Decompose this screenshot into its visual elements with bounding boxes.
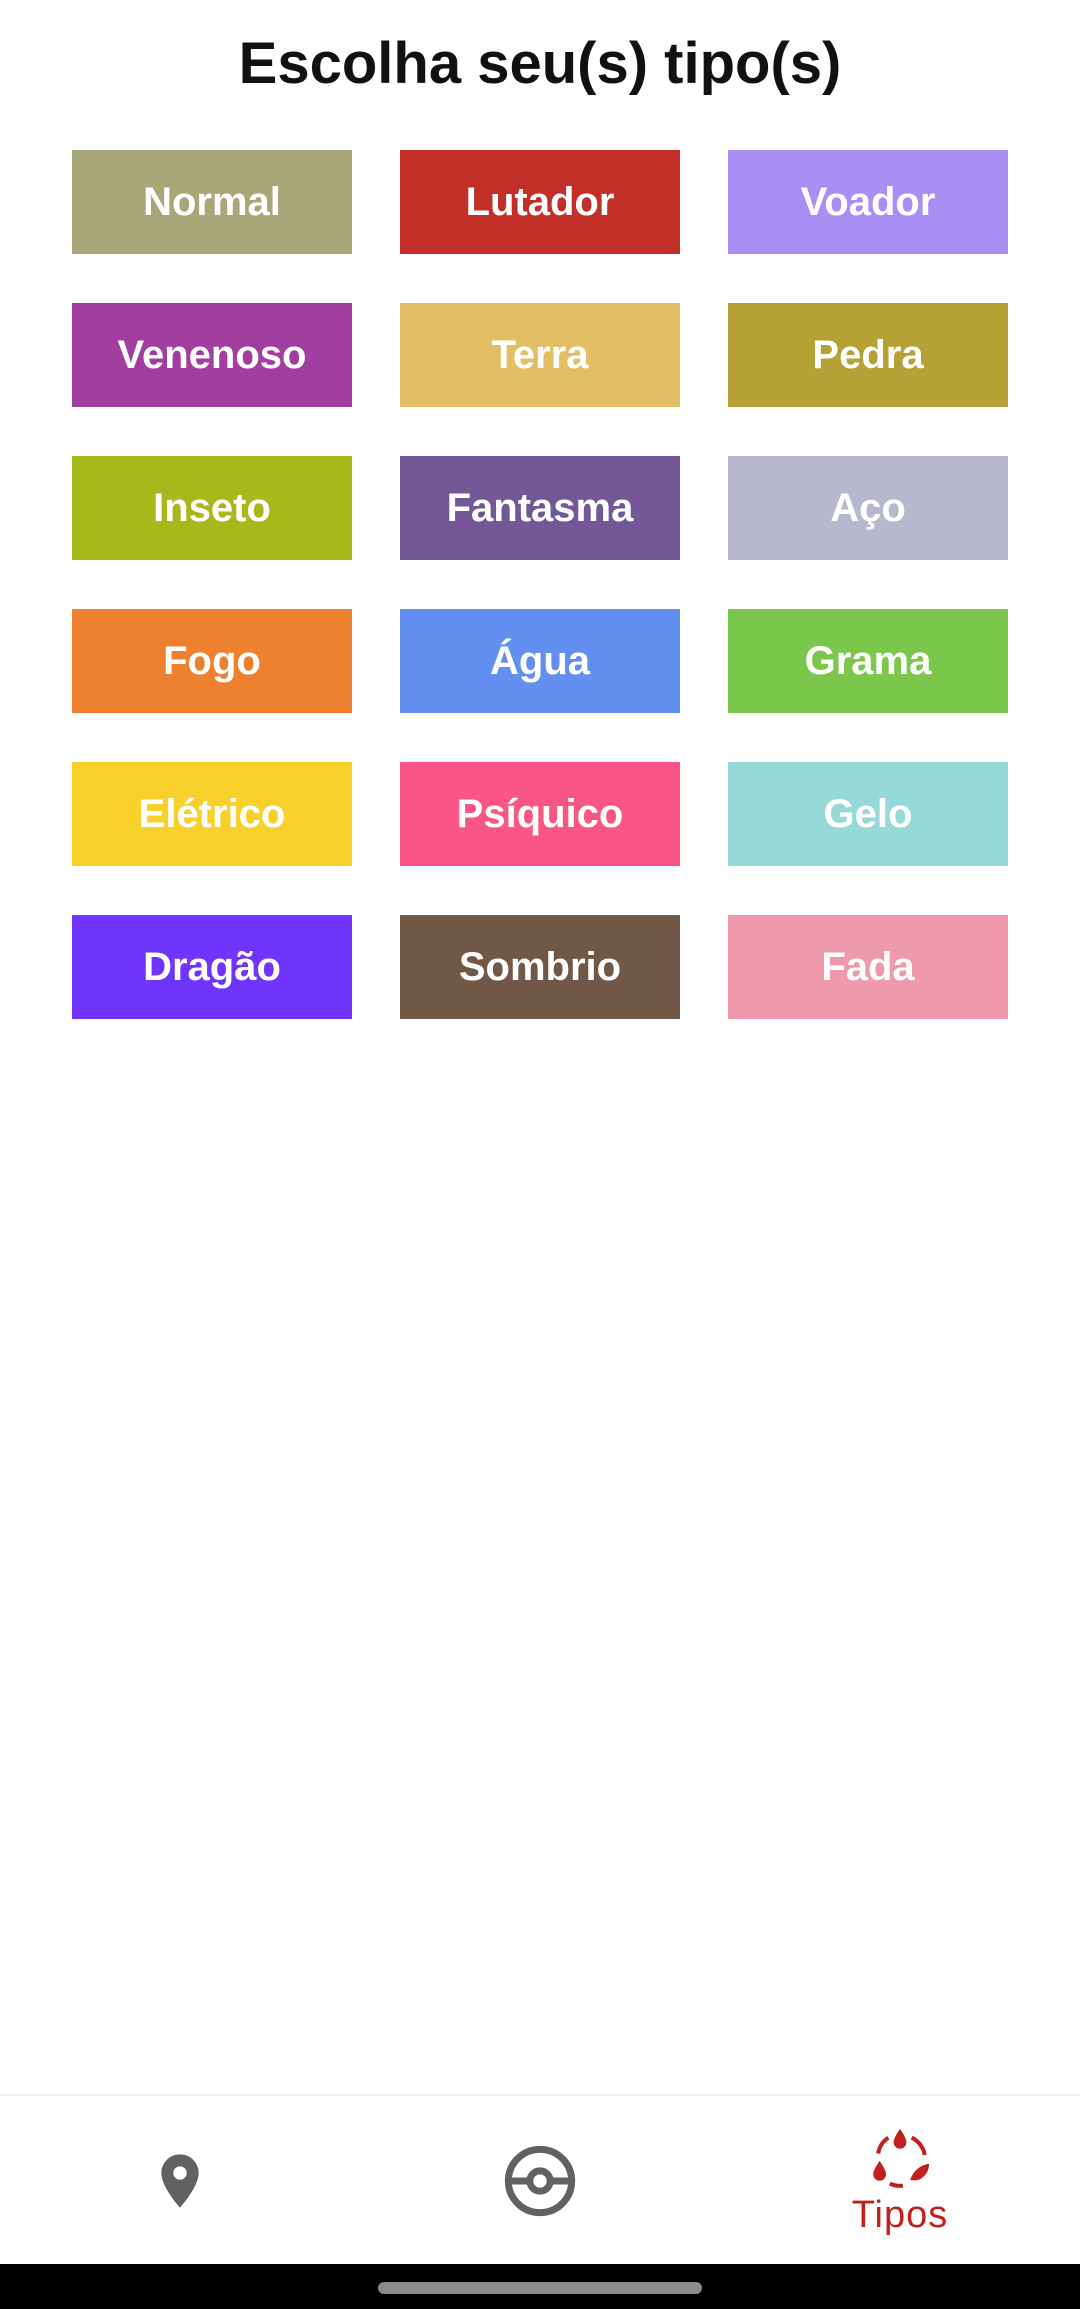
type-button-grama[interactable]: Grama: [728, 609, 1008, 713]
nav-item-types[interactable]: Tipos: [720, 2096, 1080, 2266]
type-button-gelo[interactable]: Gelo: [728, 762, 1008, 866]
nav-item-pokedex[interactable]: [360, 2096, 720, 2266]
type-button-dragao[interactable]: Dragão: [72, 915, 352, 1019]
page-title: Escolha seu(s) tipo(s): [238, 31, 842, 96]
nav-item-types-label: Tipos: [851, 2193, 949, 2236]
type-button-sombrio[interactable]: Sombrio: [400, 915, 680, 1019]
type-button-eletrico[interactable]: Elétrico: [72, 762, 352, 866]
type-button-venenoso[interactable]: Venenoso: [72, 303, 352, 407]
type-button-lutador[interactable]: Lutador: [400, 150, 680, 254]
type-button-fogo[interactable]: Fogo: [72, 609, 352, 713]
type-button-normal[interactable]: Normal: [72, 150, 352, 254]
type-button-voador[interactable]: Voador: [728, 150, 1008, 254]
type-button-fada[interactable]: Fada: [728, 915, 1008, 1019]
type-button-aco[interactable]: Aço: [728, 456, 1008, 560]
type-grid: Normal Lutador Voador Venenoso Terra Ped…: [72, 150, 1008, 1019]
types-icon: [873, 2128, 930, 2188]
bottom-navigation: Tipos: [0, 2094, 1080, 2266]
pokeball-icon: [504, 2145, 576, 2217]
type-button-terra[interactable]: Terra: [400, 303, 680, 407]
nav-item-map[interactable]: [0, 2096, 360, 2266]
system-navigation-bar: [0, 2264, 1080, 2309]
location-pin-icon: [161, 2154, 199, 2208]
home-indicator[interactable]: [378, 2282, 702, 2294]
type-button-psiquico[interactable]: Psíquico: [400, 762, 680, 866]
type-button-pedra[interactable]: Pedra: [728, 303, 1008, 407]
type-button-fantasma[interactable]: Fantasma: [400, 456, 680, 560]
type-button-agua[interactable]: Água: [400, 609, 680, 713]
type-button-inseto[interactable]: Inseto: [72, 456, 352, 560]
